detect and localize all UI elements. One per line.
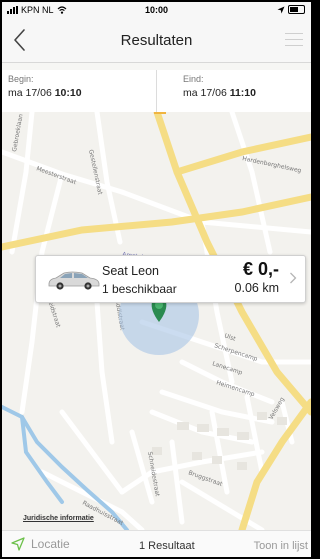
car-availability: 1 beschikbaar [102,282,177,296]
location-arrow-icon [277,6,285,13]
car-icon [48,271,100,290]
end-label: Eind: [183,74,204,84]
end-time: 11:10 [229,87,256,99]
date-row: Begin: ma 17/06 10:10 Eind: ma 17/06 11:… [2,70,311,113]
price: € 0,- [242,259,279,279]
location-button[interactable]: Locatie [11,537,70,551]
battery-icon [288,5,305,14]
distance: 0.06 km [234,281,279,295]
end-value: ma 17/06 11:10 [183,87,256,99]
end-date[interactable]: Eind: ma 17/06 11:10 [183,74,256,99]
page-title: Resultaten [120,32,193,49]
begin-value: ma 17/06 10:10 [8,87,82,99]
chevron-right-icon [290,272,297,284]
map-edge-marker [154,112,166,114]
location-arrow-icon [11,537,25,551]
bottom-bar: Locatie 1 Resultaat Toon in lijst [2,530,311,557]
show-list-button[interactable]: Toon in lijst [254,540,308,552]
status-right [277,5,305,14]
car-name: Seat Leon [102,264,159,278]
nav-bar: Resultaten [2,18,311,63]
legal-link[interactable]: Juridische informatie [23,515,94,522]
status-time: 10:00 [144,5,169,15]
begin-date[interactable]: Begin: ma 17/06 10:10 [8,74,82,99]
result-count: 1 Resultaat [139,540,195,552]
menu-icon[interactable] [285,33,303,47]
begin-label: Begin: [8,74,34,84]
app-screen: KPN NL 10:00 Resultaten Begin: ma 17/06 [2,2,311,557]
date-divider [156,70,157,112]
location-label: Locatie [31,537,70,551]
status-bar: KPN NL 10:00 [2,2,311,18]
end-day: ma 17/06 [183,87,227,99]
begin-day: ma 17/06 [8,87,52,99]
result-card[interactable]: Seat Leon 1 beschikbaar € 0,- 0.06 km [35,255,306,303]
begin-time: 10:10 [54,87,82,99]
map-view[interactable]: Gebroeklaan Gestellenstraat Meesterstraa… [2,112,311,530]
